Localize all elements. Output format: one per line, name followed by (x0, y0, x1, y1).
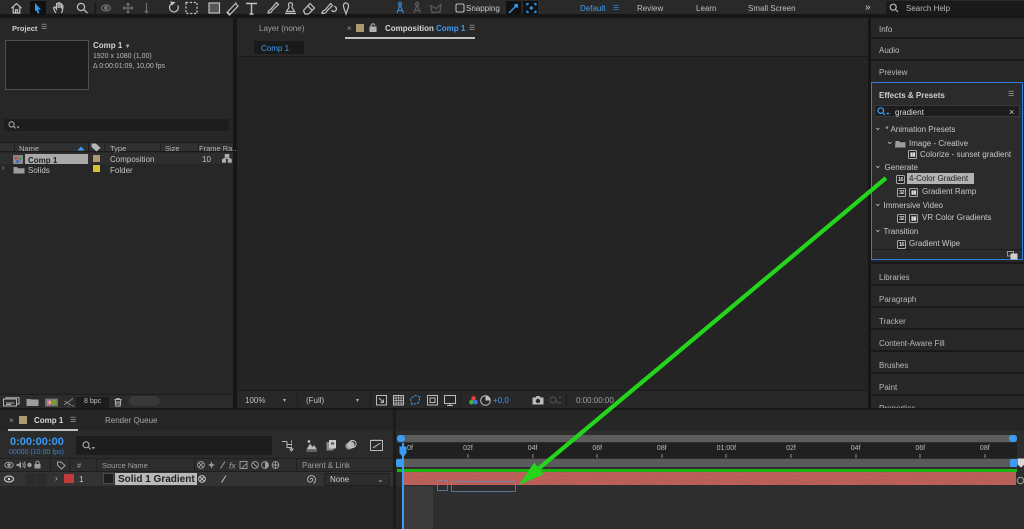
svg-text:fx: fx (229, 461, 236, 471)
